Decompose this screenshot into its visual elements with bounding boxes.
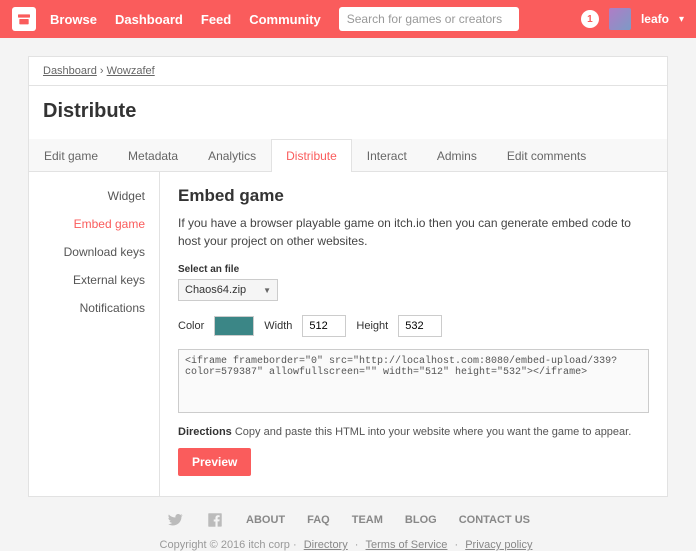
height-input[interactable] bbox=[398, 315, 442, 337]
twitter-icon[interactable] bbox=[166, 511, 184, 529]
footer-legal: Copyright © 2016 itch corp · Directory ·… bbox=[28, 539, 668, 551]
tab-edit-game[interactable]: Edit game bbox=[29, 139, 113, 172]
caret-down-icon: ▼ bbox=[263, 286, 271, 295]
sidenav-widget[interactable]: Widget bbox=[29, 182, 159, 210]
topbar: Browse Dashboard Feed Community 1 leafo … bbox=[0, 0, 696, 38]
sidenav-download-keys[interactable]: Download keys bbox=[29, 238, 159, 266]
color-label: Color bbox=[178, 320, 204, 332]
footer-blog[interactable]: BLOG bbox=[405, 514, 437, 526]
tab-edit-comments[interactable]: Edit comments bbox=[492, 139, 601, 172]
nav-feed[interactable]: Feed bbox=[201, 12, 231, 27]
directions: Directions Copy and paste this HTML into… bbox=[178, 426, 649, 438]
file-label: Select an file bbox=[178, 264, 649, 275]
file-select[interactable]: Chaos64.zip ▼ bbox=[178, 279, 278, 301]
top-nav: Browse Dashboard Feed Community bbox=[50, 12, 321, 27]
nav-community[interactable]: Community bbox=[249, 12, 321, 27]
main-content: Embed game If you have a browser playabl… bbox=[159, 172, 667, 496]
crumb-sep: › bbox=[100, 65, 104, 77]
sidenav-external-keys[interactable]: External keys bbox=[29, 266, 159, 294]
search-input[interactable] bbox=[339, 7, 519, 31]
width-label: Width bbox=[264, 320, 292, 332]
tabs: Edit game Metadata Analytics Distribute … bbox=[29, 139, 667, 172]
sidenav-embed-game[interactable]: Embed game bbox=[29, 210, 159, 238]
side-nav: Widget Embed game Download keys External… bbox=[29, 172, 159, 496]
content-heading: Embed game bbox=[178, 186, 649, 206]
facebook-icon[interactable] bbox=[206, 511, 224, 529]
legal-terms[interactable]: Terms of Service bbox=[366, 539, 448, 551]
page-panel: Dashboard › Wowzafef Distribute Edit gam… bbox=[28, 56, 668, 497]
username[interactable]: leafo bbox=[641, 12, 669, 26]
breadcrumb: Dashboard › Wowzafef bbox=[29, 57, 667, 86]
content-body: Widget Embed game Download keys External… bbox=[29, 172, 667, 496]
height-label: Height bbox=[356, 320, 388, 332]
crumb-dashboard[interactable]: Dashboard bbox=[43, 65, 97, 77]
search-container bbox=[339, 7, 519, 31]
top-right: 1 leafo ▾ bbox=[581, 8, 684, 30]
legal-directory[interactable]: Directory bbox=[304, 539, 348, 551]
legal-privacy[interactable]: Privacy policy bbox=[465, 539, 532, 551]
tab-interact[interactable]: Interact bbox=[352, 139, 422, 172]
footer-faq[interactable]: FAQ bbox=[307, 514, 330, 526]
sidenav-notifications[interactable]: Notifications bbox=[29, 294, 159, 322]
width-input[interactable] bbox=[302, 315, 346, 337]
footer-nav: ABOUT FAQ TEAM BLOG CONTACT US bbox=[28, 511, 668, 529]
tab-metadata[interactable]: Metadata bbox=[113, 139, 193, 172]
footer-contact[interactable]: CONTACT US bbox=[459, 514, 530, 526]
footer-team[interactable]: TEAM bbox=[352, 514, 383, 526]
color-swatch[interactable] bbox=[214, 316, 254, 336]
directions-label: Directions bbox=[178, 426, 232, 438]
embed-code-textarea[interactable]: <iframe frameborder="0" src="http://loca… bbox=[178, 349, 649, 413]
nav-browse[interactable]: Browse bbox=[50, 12, 97, 27]
footer-about[interactable]: ABOUT bbox=[246, 514, 285, 526]
directions-text: Copy and paste this HTML into your websi… bbox=[232, 426, 631, 438]
tab-distribute[interactable]: Distribute bbox=[271, 139, 352, 172]
chevron-down-icon[interactable]: ▾ bbox=[679, 14, 684, 25]
tab-analytics[interactable]: Analytics bbox=[193, 139, 271, 172]
site-logo[interactable] bbox=[12, 7, 36, 31]
copyright: Copyright © 2016 itch corp · bbox=[160, 539, 297, 551]
dimensions-row: Color Width Height bbox=[178, 315, 649, 337]
tab-admins[interactable]: Admins bbox=[422, 139, 492, 172]
file-selected-value: Chaos64.zip bbox=[185, 284, 246, 296]
notification-badge[interactable]: 1 bbox=[581, 10, 599, 28]
preview-button[interactable]: Preview bbox=[178, 448, 251, 476]
page-title: Distribute bbox=[29, 86, 667, 139]
nav-dashboard[interactable]: Dashboard bbox=[115, 12, 183, 27]
avatar[interactable] bbox=[609, 8, 631, 30]
content-description: If you have a browser playable game on i… bbox=[178, 214, 649, 250]
footer: ABOUT FAQ TEAM BLOG CONTACT US Copyright… bbox=[28, 511, 668, 551]
crumb-project[interactable]: Wowzafef bbox=[107, 65, 155, 77]
